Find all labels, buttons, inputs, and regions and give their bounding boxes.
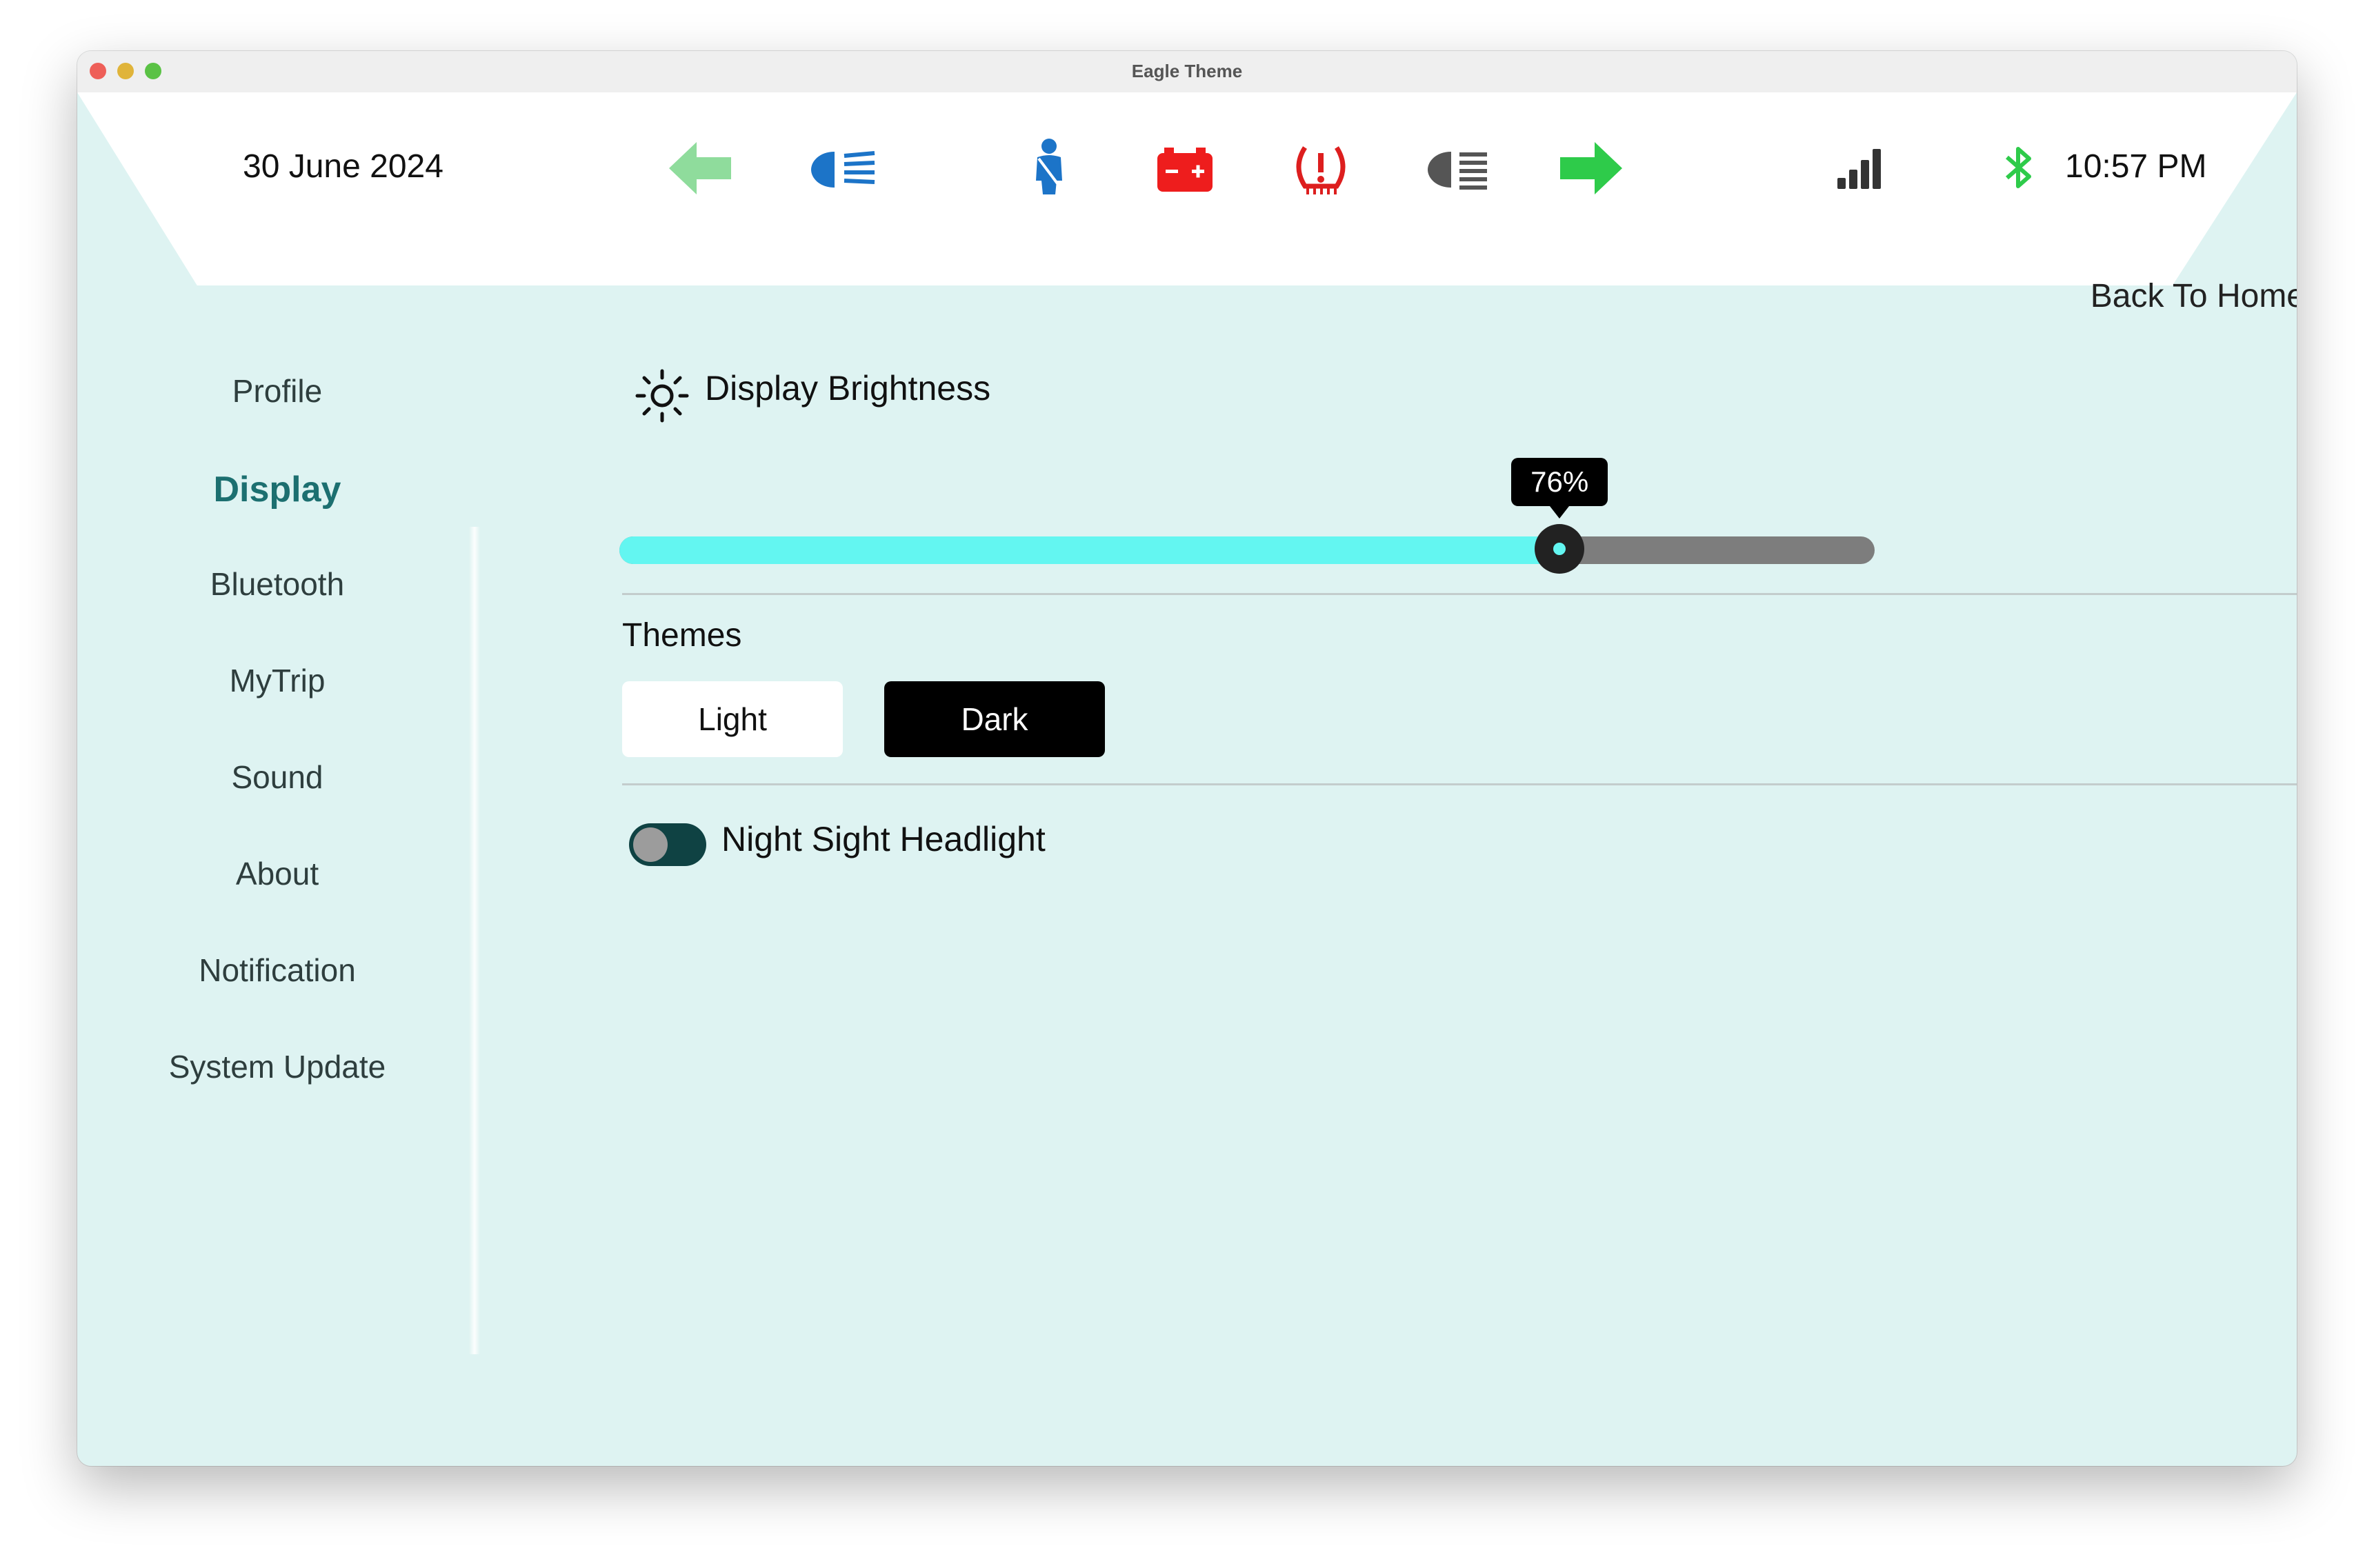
sidebar-item-mytrip[interactable]: MyTrip bbox=[77, 665, 477, 761]
bluetooth-icon bbox=[2006, 147, 2031, 188]
night-sight-toggle[interactable] bbox=[629, 823, 706, 866]
theme-light-button[interactable]: Light bbox=[622, 681, 843, 757]
low-beam-headlight-icon bbox=[1428, 152, 1487, 190]
section-divider bbox=[622, 593, 2297, 595]
left-turn-arrow-icon bbox=[669, 142, 731, 194]
status-date: 30 June 2024 bbox=[243, 148, 443, 185]
toggle-knob bbox=[633, 827, 668, 862]
tire-pressure-warning-icon bbox=[1296, 146, 1346, 194]
themes-label: Themes bbox=[622, 617, 742, 654]
night-sight-label: Night Sight Headlight bbox=[721, 820, 1046, 858]
app-window: Eagle Theme 30 June 2024 10:57 PM Back T… bbox=[77, 51, 2297, 1466]
right-turn-arrow-icon bbox=[1560, 142, 1622, 194]
cellular-signal-icon bbox=[1837, 149, 1881, 189]
window-title: Eagle Theme bbox=[1131, 61, 1243, 81]
battery-warning-icon bbox=[1157, 148, 1213, 192]
brightness-value-tooltip: 76% bbox=[1511, 458, 1608, 519]
display-brightness-label: Display Brightness bbox=[705, 369, 991, 408]
status-time: 10:57 PM bbox=[2065, 148, 2207, 185]
sidebar-item-about[interactable]: About bbox=[77, 858, 477, 954]
brightness-slider-fill bbox=[619, 536, 1560, 564]
sun-brightness-icon bbox=[635, 369, 689, 423]
sidebar-item-sound[interactable]: Sound bbox=[77, 761, 477, 858]
sidebar-item-profile[interactable]: Profile bbox=[77, 375, 477, 472]
high-beam-headlight-icon bbox=[811, 151, 875, 188]
back-to-home-link[interactable]: Back To Home bbox=[2008, 277, 2297, 315]
brightness-slider[interactable]: 76% bbox=[619, 458, 1875, 574]
sidebar-item-system-update[interactable]: System Update bbox=[77, 1051, 477, 1147]
theme-dark-button[interactable]: Dark bbox=[884, 681, 1105, 757]
section-divider bbox=[622, 783, 2297, 785]
seatbelt-person-icon bbox=[1036, 139, 1062, 194]
title-bar: Eagle Theme bbox=[77, 51, 2297, 93]
sidebar-item-notification[interactable]: Notification bbox=[77, 954, 477, 1051]
sidebar-item-display[interactable]: Display bbox=[77, 472, 477, 568]
brightness-slider-thumb[interactable] bbox=[1535, 524, 1585, 574]
sidebar-divider bbox=[469, 527, 480, 1354]
settings-sidebar: Profile Display Bluetooth MyTrip Sound A… bbox=[77, 375, 477, 1147]
sidebar-item-bluetooth[interactable]: Bluetooth bbox=[77, 568, 477, 665]
